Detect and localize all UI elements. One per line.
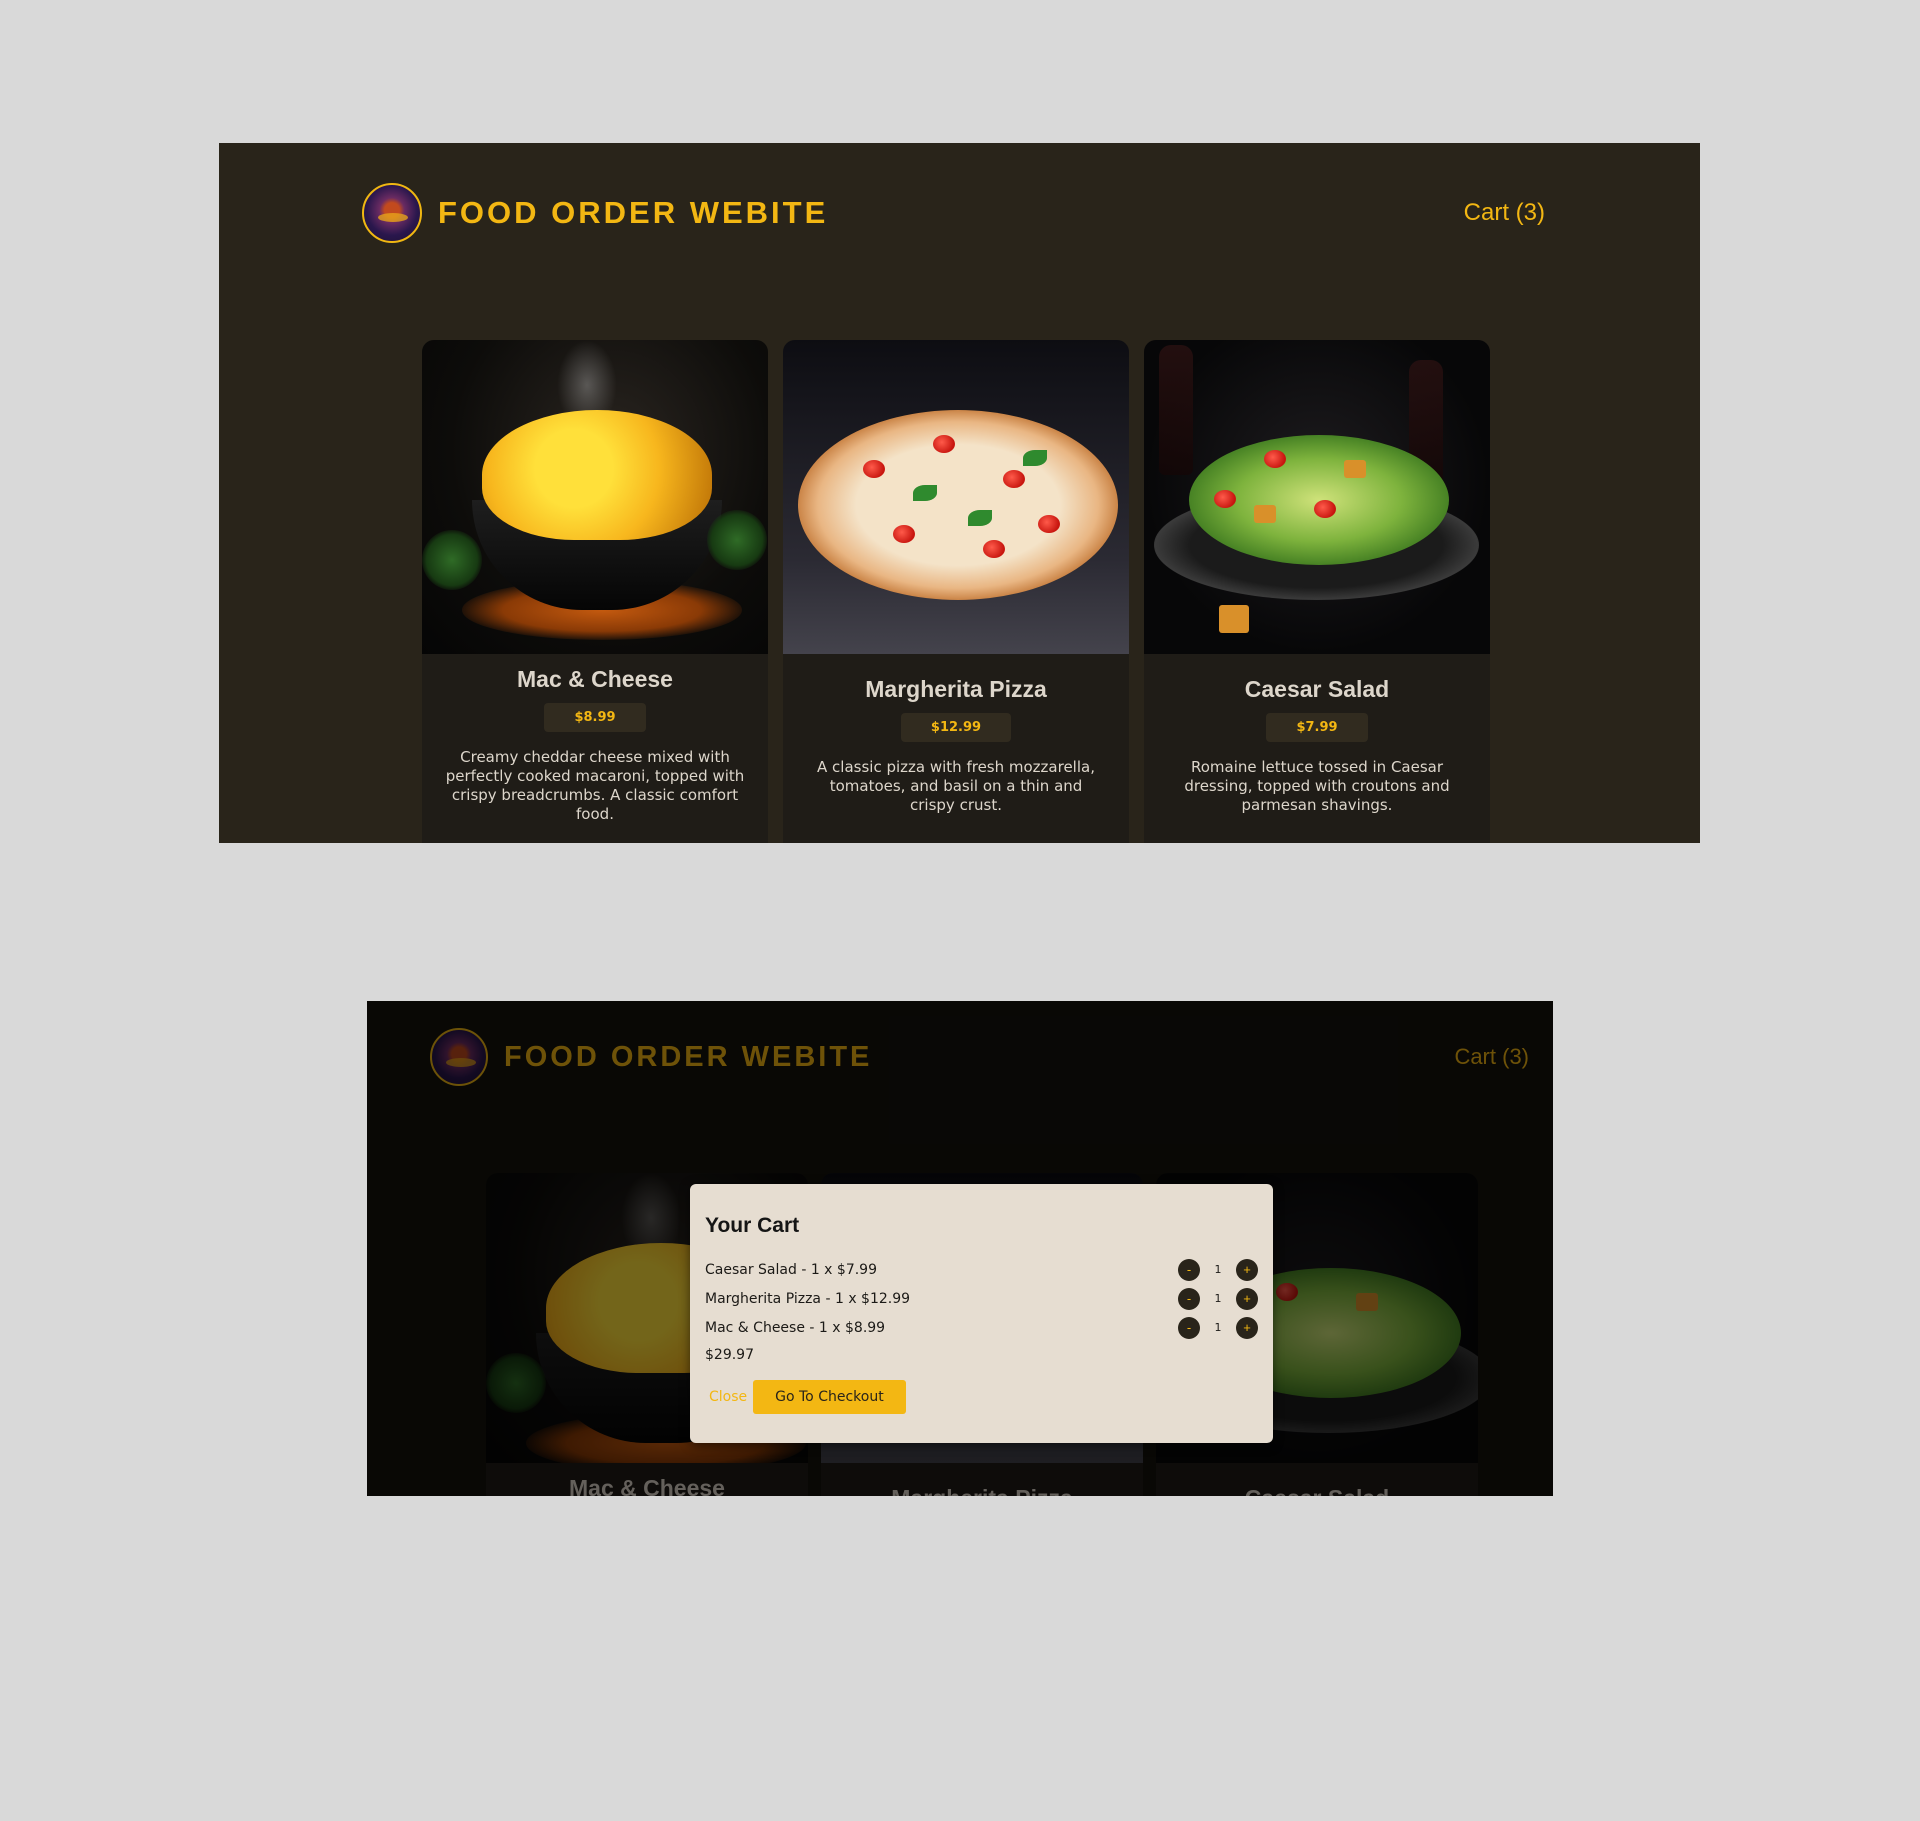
increase-quantity-button[interactable]: + [1236,1258,1258,1281]
meal-description: Creamy cheddar cheese mixed with perfect… [445,748,745,823]
decrease-quantity-button[interactable]: - [1178,1287,1200,1310]
site-branding: FOOD ORDER WEBITE [362,183,828,243]
checkout-button[interactable]: Go To Checkout [753,1380,906,1414]
quantity-stepper: - 1 + [1178,1258,1258,1281]
close-button[interactable]: Close [705,1389,747,1405]
decrease-quantity-button[interactable]: - [1178,1258,1200,1281]
decrease-quantity-button[interactable]: - [1178,1316,1200,1339]
cart-item-label: Caesar Salad - 1 x $7.99 [705,1261,877,1278]
cart-modal: Your Cart Caesar Salad - 1 x $7.99 - 1 +… [690,1184,1273,1443]
site-title: FOOD ORDER WEBITE [438,195,829,230]
caesar-salad-image [1144,340,1490,654]
food-logo-icon [362,183,422,243]
meal-name: Mac & Cheese [517,666,673,692]
cart-item: Margherita Pizza - 1 x $12.99 - 1 + [705,1284,1258,1313]
meal-description: Romaine lettuce tossed in Caesar dressin… [1184,758,1450,814]
increase-quantity-button[interactable]: + [1236,1316,1258,1339]
cart-total: $29.97 [705,1347,754,1363]
cart-item: Mac & Cheese - 1 x $8.99 - 1 + [705,1313,1258,1342]
cart-title: Your Cart [705,1214,800,1237]
menu-page-screenshot: FOOD ORDER WEBITE Cart (3) Mac & Cheese … [219,143,1700,843]
cart-item-label: Mac & Cheese - 1 x $8.99 [705,1319,886,1336]
meal-description: A classic pizza with fresh mozzarella, t… [817,758,1095,814]
cart-item: Caesar Salad - 1 x $7.99 - 1 + [705,1255,1258,1284]
meal-price: $7.99 [1266,713,1368,742]
margherita-pizza-image [783,340,1129,654]
meals-list: Mac & Cheese $8.99 Creamy cheddar cheese… [422,340,1490,843]
meal-name: Margherita Pizza [865,676,1047,702]
quantity-stepper: - 1 + [1178,1316,1258,1339]
modal-actions: Close Go To Checkout [705,1380,906,1414]
mac-cheese-image [422,340,768,654]
meal-price: $8.99 [544,703,646,732]
cart-items-list: Caesar Salad - 1 x $7.99 - 1 + Margherit… [705,1255,1258,1342]
meal-price: $12.99 [900,713,1012,742]
meal-card-margherita-pizza: Margherita Pizza $12.99 A classic pizza … [783,340,1129,843]
meal-name: Caesar Salad [1244,676,1390,702]
item-quantity: 1 [1214,1292,1222,1305]
meal-card-caesar-salad: Caesar Salad $7.99 Romaine lettuce tosse… [1144,340,1490,843]
increase-quantity-button[interactable]: + [1236,1287,1258,1310]
meal-card-mac-cheese: Mac & Cheese $8.99 Creamy cheddar cheese… [422,340,768,843]
item-quantity: 1 [1214,1263,1222,1276]
cart-item-label: Margherita Pizza - 1 x $12.99 [705,1290,911,1307]
item-quantity: 1 [1214,1321,1222,1334]
cart-button[interactable]: Cart (3) [1464,199,1545,227]
quantity-stepper: - 1 + [1178,1287,1258,1310]
